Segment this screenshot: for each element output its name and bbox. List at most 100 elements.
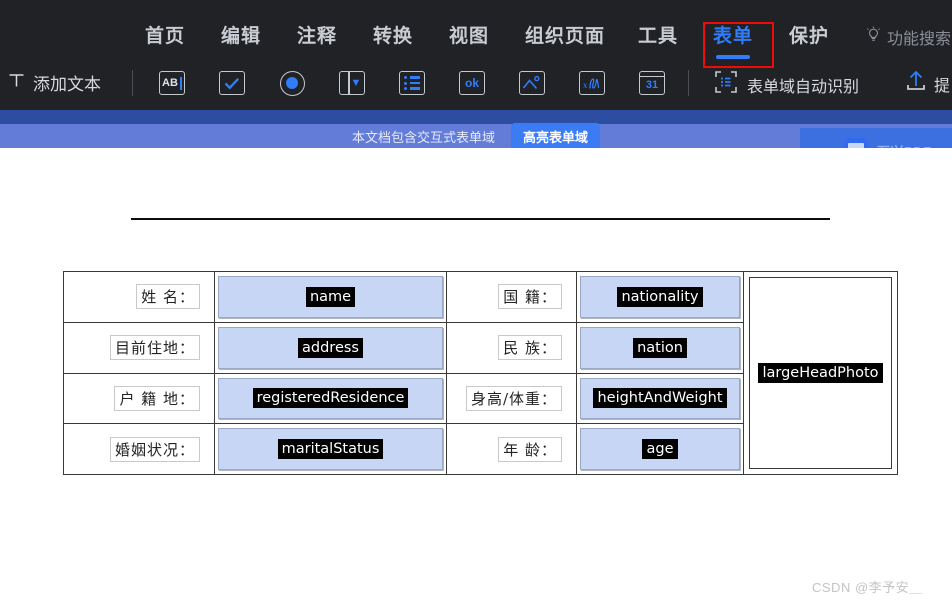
ok-label: ok — [464, 76, 479, 90]
document-page[interactable]: 姓 名： name 国 籍： nationality 目前住地： address… — [0, 148, 952, 604]
ab-textbox-icon: AB — [159, 71, 185, 95]
label-text: 婚姻状况： — [109, 436, 200, 462]
form-field-height-and-weight[interactable]: heightAndWeight — [577, 374, 743, 424]
label-cell-height-weight: 身高/体重： — [447, 373, 577, 424]
list-box-icon — [399, 71, 425, 95]
list-lines — [404, 76, 420, 90]
combobox-field-tool-button[interactable]: ▼ — [338, 70, 366, 96]
highlight-fields-button[interactable]: 高亮表单域 — [511, 122, 601, 150]
label-text: 姓 名： — [136, 284, 200, 310]
add-text-button[interactable]: 添加文本 — [8, 70, 101, 95]
ab-textbox-label: AB — [162, 77, 178, 89]
form-table-fields-column: 姓 名： name 国 籍： nationality 目前住地： address… — [64, 272, 744, 474]
menu-item-organize-pages[interactable]: 组织页面 — [525, 21, 605, 48]
chevron-down-icon: ▼ — [350, 76, 362, 89]
field-name-tag: maritalStatus — [277, 439, 384, 460]
listbox-field-tool-button[interactable] — [398, 70, 426, 96]
field-name-tag: nation — [633, 337, 687, 358]
checkbox-field-tool-button[interactable] — [218, 70, 246, 96]
field-background[interactable]: address — [218, 326, 443, 369]
form-field-nation[interactable]: nation — [577, 323, 743, 373]
label-text: 户 籍 地： — [114, 385, 200, 411]
field-name-tag: heightAndWeight — [593, 388, 727, 409]
radio-dot — [286, 77, 298, 89]
menu-bar: 首页 编辑 注释 转换 视图 组织页面 工具 表单 保护 功能搜索 — [0, 0, 952, 68]
form-field-registered-residence[interactable]: registeredResidence — [215, 373, 447, 424]
photo-field-background[interactable]: largeHeadPhoto — [749, 277, 892, 469]
field-name-tag: registeredResidence — [252, 388, 409, 409]
menu-item-label: 视图 — [449, 26, 490, 47]
upload-arrow-icon — [905, 69, 927, 98]
field-background[interactable]: age — [580, 428, 740, 470]
form-field-large-head-photo[interactable]: largeHeadPhoto — [744, 272, 897, 474]
label-cell-age: 年 龄： — [447, 424, 577, 474]
menu-item-tools[interactable]: 工具 — [638, 21, 678, 48]
button-field-tool-button[interactable]: ok — [458, 70, 486, 96]
app-chrome: 首页 编辑 注释 转换 视图 组织页面 工具 表单 保护 功能搜索 添加文本 A… — [0, 0, 952, 110]
text-field-tool-button[interactable]: AB — [158, 70, 186, 96]
menu-item-protect[interactable]: 保护 — [789, 21, 829, 48]
label-cell-registered-residence: 户 籍 地： — [64, 373, 215, 424]
form-field-age[interactable]: age — [577, 424, 743, 474]
field-background[interactable]: name — [218, 276, 443, 318]
menu-item-home[interactable]: 首页 — [145, 21, 185, 48]
signature-field-tool-button[interactable]: x — [578, 70, 606, 96]
field-background[interactable]: maritalStatus — [218, 428, 443, 470]
menu-item-label: 组织页面 — [525, 26, 606, 47]
label-text: 身高/体重： — [465, 385, 562, 411]
field-name-tag: largeHeadPhoto — [758, 362, 883, 384]
menu-item-label: 注释 — [297, 26, 338, 47]
field-name-tag: address — [298, 337, 363, 358]
menu-item-label: 首页 — [145, 26, 186, 47]
field-name-tag: name — [305, 286, 356, 307]
csdn-watermark: CSDN @李予安＿ — [812, 580, 923, 595]
label-text: 目前住地： — [109, 335, 200, 361]
table-row: 姓 名： name 国 籍： nationality — [64, 272, 743, 323]
label-cell-nation: 民 族： — [447, 322, 577, 373]
field-background[interactable]: nationality — [580, 276, 740, 318]
table-row: 户 籍 地： registeredResidence 身高/体重： height… — [64, 373, 743, 425]
field-background[interactable]: registeredResidence — [218, 377, 443, 420]
date-field-tool-button[interactable]: 31 — [638, 70, 666, 96]
lightbulb-icon — [866, 26, 881, 48]
table-row: 婚姻状况： maritalStatus 年 龄： age — [64, 424, 743, 474]
field-background[interactable]: nation — [580, 326, 740, 369]
field-name-tag: age — [642, 439, 678, 460]
menu-item-label: 保护 — [789, 26, 830, 47]
menu-item-view[interactable]: 视图 — [449, 21, 489, 48]
form-field-marital-status[interactable]: maritalStatus — [215, 424, 447, 474]
menu-item-comment[interactable]: 注释 — [297, 21, 337, 48]
submit-label: 提 — [934, 77, 951, 95]
personal-info-form-table: 姓 名： name 国 籍： nationality 目前住地： address… — [63, 271, 898, 475]
submit-form-button[interactable]: 提 — [905, 69, 950, 98]
calendar-header — [640, 72, 664, 77]
radio-button-icon — [279, 70, 305, 96]
image-field-icon — [519, 71, 545, 95]
menu-item-form[interactable]: 表单 — [713, 21, 753, 59]
feature-search-label: 功能搜索 — [887, 31, 952, 48]
field-background[interactable]: heightAndWeight — [580, 377, 740, 420]
form-toolbar: 添加文本 AB ▼ ok x 31 表单域自动识别 提 — [0, 62, 952, 110]
document-horizontal-rule — [131, 218, 830, 220]
text-tool-icon — [8, 72, 25, 94]
form-field-name[interactable]: name — [215, 272, 447, 322]
menu-item-edit[interactable]: 编辑 — [221, 21, 261, 48]
add-text-label: 添加文本 — [33, 75, 101, 94]
image-field-tool-button[interactable] — [518, 70, 546, 96]
form-field-nationality[interactable]: nationality — [577, 272, 743, 322]
text-caret — [179, 76, 182, 90]
form-field-address[interactable]: address — [215, 322, 447, 373]
combo-box-icon: ▼ — [339, 71, 365, 95]
active-tab-underline — [716, 55, 750, 59]
label-cell-address: 目前住地： — [64, 322, 215, 373]
checkbox-icon — [219, 71, 245, 95]
calendar-day-label: 31 — [645, 79, 659, 91]
radio-field-tool-button[interactable] — [278, 70, 306, 96]
combo-divider — [348, 72, 350, 94]
toolbar-divider-2 — [688, 70, 689, 96]
signature-icon: x — [579, 71, 605, 95]
auto-detect-icon — [714, 70, 738, 99]
menu-item-convert[interactable]: 转换 — [373, 21, 413, 48]
feature-search-button[interactable]: 功能搜索 — [866, 25, 951, 49]
auto-recognize-fields-button[interactable]: 表单域自动识别 — [714, 70, 859, 99]
